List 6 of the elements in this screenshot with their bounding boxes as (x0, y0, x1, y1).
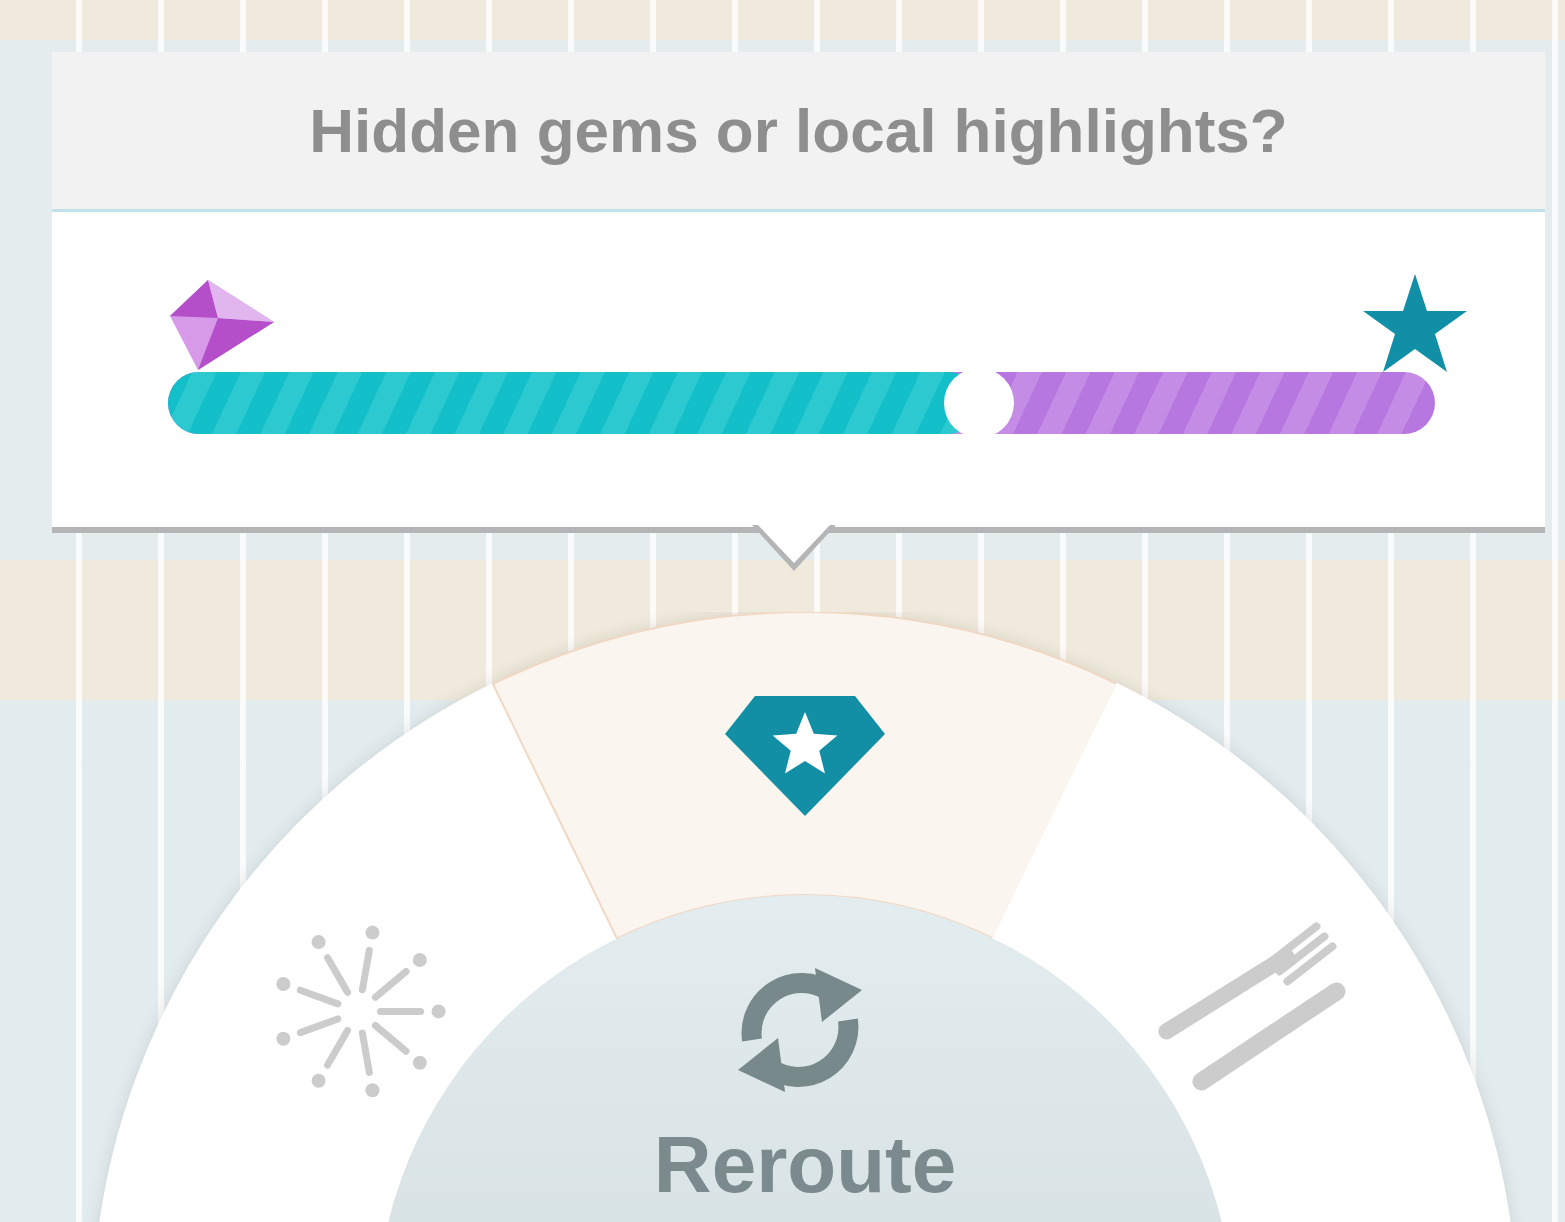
gem-icon (168, 278, 276, 372)
fireworks-icon[interactable] (276, 925, 446, 1098)
star-icon (1363, 274, 1467, 372)
fork-knife-icon[interactable] (1158, 922, 1346, 1091)
diamond-star-icon[interactable] (725, 696, 885, 816)
refresh-icon (738, 968, 862, 1092)
